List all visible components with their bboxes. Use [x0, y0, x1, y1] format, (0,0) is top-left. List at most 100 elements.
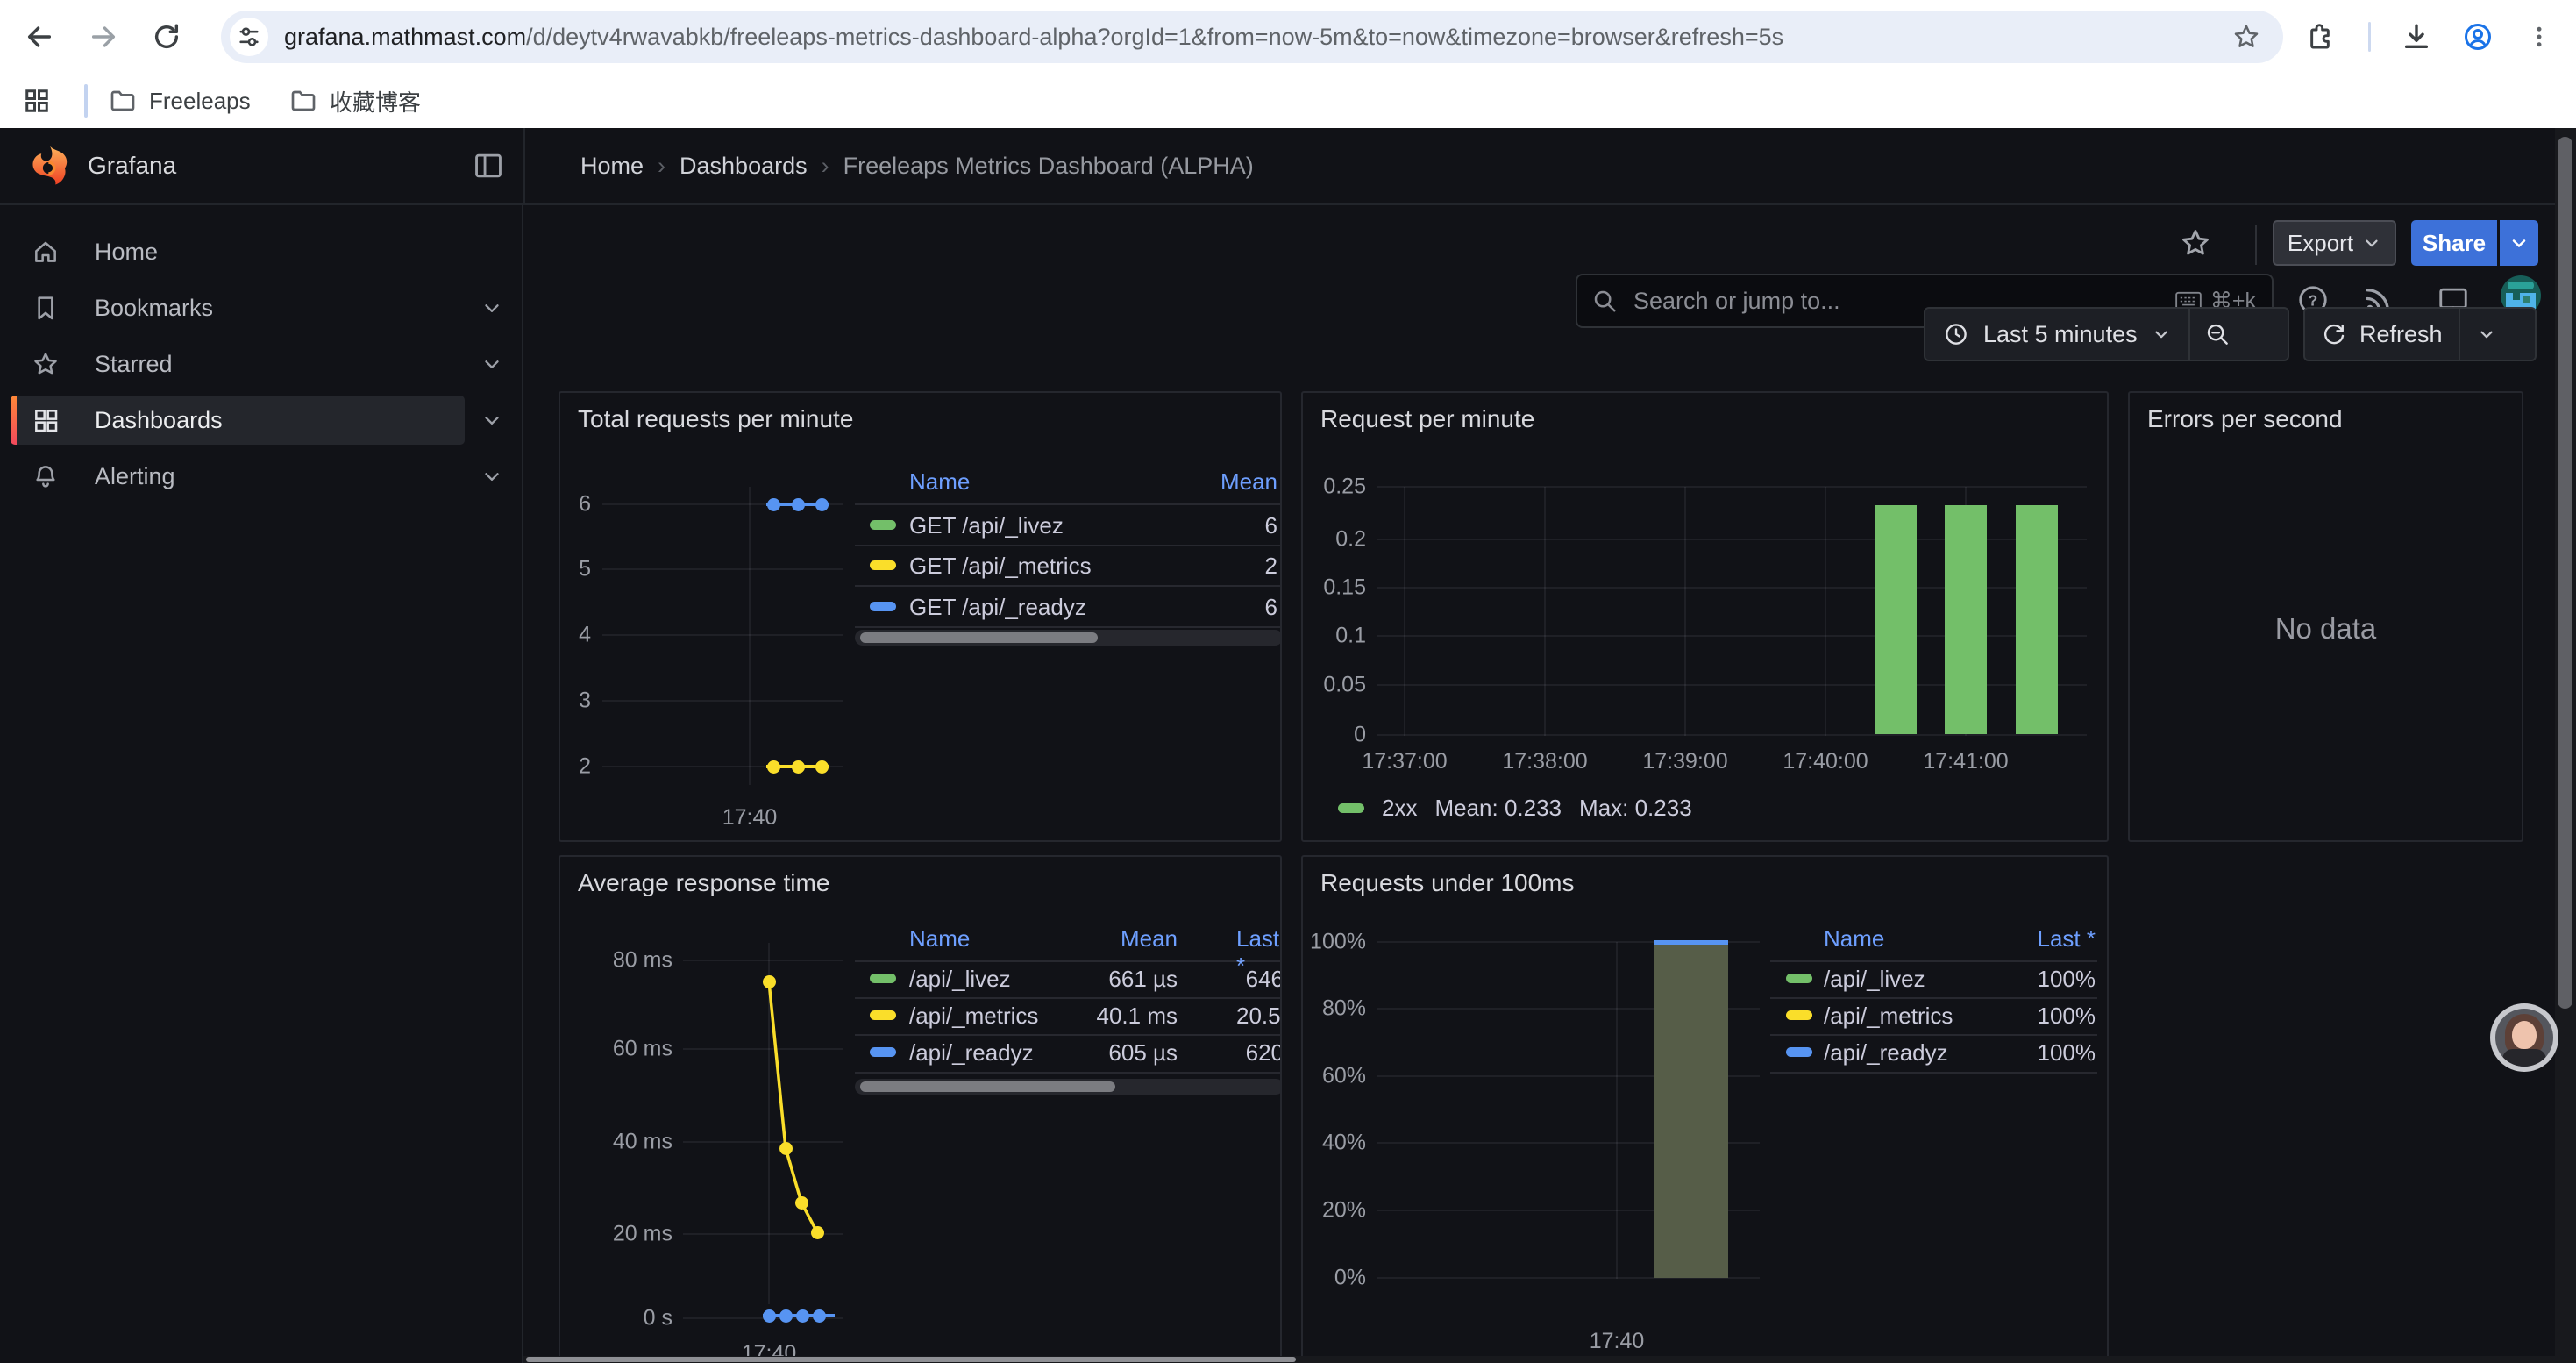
refresh-label: Refresh: [2359, 321, 2443, 348]
legend-scrollbar[interactable]: [855, 1079, 1282, 1095]
grafana-logo[interactable]: [28, 144, 72, 192]
chevron-down-icon[interactable]: [480, 296, 503, 319]
apps-grid-button[interactable]: [12, 76, 61, 125]
series-name[interactable]: /api/_readyz: [1824, 1039, 1948, 1067]
scrollbar-thumb[interactable]: [860, 1081, 1115, 1092]
series-name[interactable]: /api/_metrics: [1824, 1003, 1953, 1030]
series-last: 100%: [2038, 966, 2096, 993]
avatar-body: [2502, 1049, 2546, 1067]
legend-header-mean[interactable]: Mean: [1121, 925, 1178, 960]
chevron-down-icon[interactable]: [480, 353, 503, 375]
extensions-button[interactable]: [2295, 12, 2345, 61]
legend-row[interactable]: /api/_livez 100%: [1770, 960, 2097, 996]
time-range-picker[interactable]: Last 5 minutes: [1925, 309, 2188, 360]
series-mean: 6: [1265, 512, 1277, 539]
favorite-dashboard-button[interactable]: [2180, 227, 2211, 263]
forward-button[interactable]: [79, 12, 128, 61]
legend[interactable]: 2xx Mean: 0.233 Max: 0.233: [1338, 795, 1692, 821]
legend-header-last[interactable]: Last *: [2038, 925, 2096, 960]
series-name[interactable]: /api/_livez: [1824, 966, 1925, 993]
breadcrumb-separator: ›: [658, 153, 665, 180]
reload-button[interactable]: [142, 12, 191, 61]
browser-chrome: grafana.mathmast.com/d/deytv4rwavabkb/fr…: [0, 0, 2576, 128]
legend-header-name[interactable]: Name: [1824, 925, 1884, 960]
legend-header-mean[interactable]: Mean: [1220, 468, 1277, 503]
chevron-down-icon[interactable]: [480, 409, 503, 432]
series-swatch: [1786, 1010, 1812, 1020]
series-last: 100%: [2038, 1039, 2096, 1067]
refresh-interval-button[interactable]: [2460, 309, 2513, 360]
share-button[interactable]: Share: [2411, 220, 2497, 266]
series-swatch: [870, 520, 896, 530]
series-name[interactable]: GET /api/_livez: [909, 512, 1064, 539]
downloads-button[interactable]: [2392, 12, 2441, 61]
sidebar-item-label: Dashboards: [95, 407, 223, 434]
bookmark-folder-blogs[interactable]: 收藏博客: [289, 81, 421, 121]
series-name[interactable]: GET /api/_metrics: [909, 553, 1092, 580]
breadcrumb-home[interactable]: Home: [580, 153, 644, 180]
back-arrow-icon: [25, 22, 54, 52]
clock-icon: [1943, 321, 1969, 347]
legend-row[interactable]: /api/_livez 661 µs 646: [855, 960, 1282, 996]
assistant-avatar-button[interactable]: [2490, 1003, 2558, 1072]
bell-icon: [32, 462, 60, 490]
series-last: 100%: [2038, 1003, 2096, 1030]
export-button[interactable]: Export: [2273, 220, 2396, 266]
legend-row[interactable]: GET /api/_metrics 2: [855, 546, 1282, 584]
sidebar-item-alerting[interactable]: Alerting: [11, 452, 465, 501]
series-name[interactable]: 2xx: [1382, 795, 1417, 822]
bookmark-page-button[interactable]: [2232, 23, 2260, 55]
tune-icon: [237, 25, 261, 49]
scrollbar-thumb[interactable]: [526, 1357, 1296, 1362]
sidebar-item-bookmarks[interactable]: Bookmarks: [11, 283, 465, 332]
chevron-down-icon[interactable]: [480, 465, 503, 488]
legend-row[interactable]: /api/_readyz 100%: [1770, 1033, 2097, 1070]
search-icon: [1591, 288, 1618, 314]
breadcrumb-dashboards[interactable]: Dashboards: [680, 153, 808, 180]
legend-scrollbar[interactable]: [855, 630, 1282, 646]
legend-row[interactable]: /api/_readyz 605 µs 620: [855, 1033, 1282, 1070]
page-scrollbar-vertical[interactable]: [2555, 128, 2576, 1363]
panel-total-requests-per-minute: Total requests per minute 65432 17:40 Na…: [559, 391, 1282, 842]
legend-row[interactable]: GET /api/_readyz 6: [855, 587, 1282, 625]
sidebar-item-dashboards[interactable]: Dashboards: [11, 396, 465, 445]
series-last: 20.5 ms: [1236, 1003, 1282, 1030]
series-name[interactable]: /api/_metrics: [909, 1003, 1038, 1030]
scrollbar-thumb[interactable]: [860, 632, 1098, 643]
legend-row[interactable]: GET /api/_livez 6: [855, 505, 1282, 544]
profile-button[interactable]: [2453, 12, 2502, 61]
legend-row[interactable]: /api/_metrics 40.1 ms 20.5 ms: [855, 996, 1282, 1033]
page-scrollbar-horizontal[interactable]: [523, 1356, 2555, 1363]
no-data-message: No data: [2130, 612, 2522, 646]
star-icon: [32, 350, 60, 378]
scrollbar-thumb[interactable]: [2558, 137, 2572, 1009]
series-mean: 2: [1265, 553, 1277, 580]
series-name[interactable]: /api/_readyz: [909, 1039, 1034, 1067]
share-menu-button[interactable]: [2500, 220, 2538, 266]
toolbar-divider: [2368, 22, 2371, 52]
dock-panel-icon: [472, 149, 505, 182]
refresh-button[interactable]: Refresh: [2305, 309, 2459, 360]
sidebar-item-starred[interactable]: Starred: [11, 339, 465, 389]
browser-menu-button[interactable]: [2515, 12, 2564, 61]
legend-row[interactable]: /api/_metrics 100%: [1770, 996, 2097, 1033]
legend-header-name[interactable]: Name: [909, 925, 970, 960]
site-settings-button[interactable]: [230, 18, 268, 56]
back-button[interactable]: [15, 12, 64, 61]
breadcrumb-current: Freeleaps Metrics Dashboard (ALPHA): [843, 153, 1254, 180]
url-bar[interactable]: grafana.mathmast.com/d/deytv4rwavabkb/fr…: [221, 11, 2283, 63]
mega-menu-toggle[interactable]: [472, 149, 505, 187]
panel-title[interactable]: Errors per second: [2147, 405, 2343, 433]
sidebar-item-home[interactable]: Home: [11, 227, 465, 276]
avatar-pixel: [2513, 293, 2520, 300]
zoom-out-button[interactable]: [2190, 309, 2245, 360]
screen: grafana.mathmast.com/d/deytv4rwavabkb/fr…: [0, 0, 2576, 1363]
forward-arrow-icon: [89, 22, 118, 52]
legend-header-name[interactable]: Name: [909, 468, 970, 503]
series-name[interactable]: GET /api/_readyz: [909, 594, 1086, 621]
folder-icon: [289, 87, 317, 115]
series-last: 646: [1236, 966, 1282, 993]
series-name[interactable]: /api/_livez: [909, 966, 1011, 993]
legend-header-last[interactable]: Last *: [1236, 925, 1282, 960]
bookmark-folder-freeleaps[interactable]: Freeleaps: [109, 81, 251, 121]
